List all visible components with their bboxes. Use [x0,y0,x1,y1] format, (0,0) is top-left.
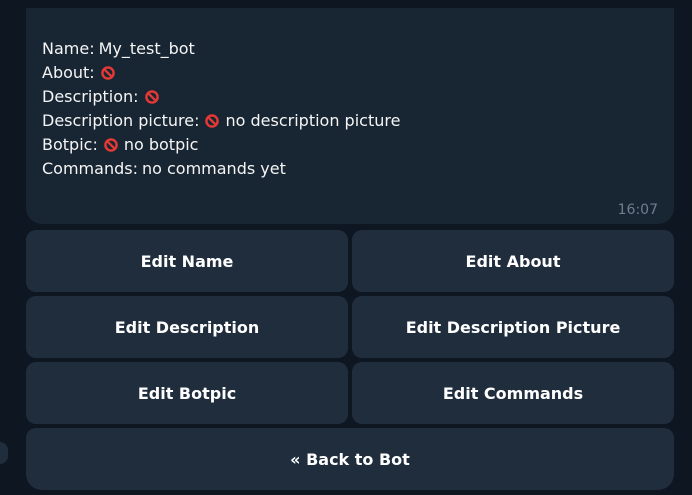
no-entry-icon [100,66,115,80]
bot-message-bubble: Name: My_test_bot About: Description: De… [26,8,674,224]
edit-name-button[interactable]: Edit Name [26,230,348,292]
no-entry-icon [144,90,159,104]
edit-description-button[interactable]: Edit Description [26,296,348,358]
name-label: Name: [42,39,95,58]
message-line-description-picture: Description picture: no description pict… [42,109,400,133]
edit-botpic-button[interactable]: Edit Botpic [26,362,348,424]
message-line-about: About: [42,61,400,85]
chat-screen: Name: My_test_bot About: Description: De… [0,0,692,495]
commands-value: no commands yet [141,159,286,178]
message-timestamp: 16:07 [617,202,658,218]
message-text: Name: My_test_bot About: Description: De… [42,37,400,181]
back-to-bot-button[interactable]: « Back to Bot [26,428,674,490]
name-value: My_test_bot [98,39,195,58]
edit-about-button[interactable]: Edit About [352,230,674,292]
message-line-name: Name: My_test_bot [42,37,400,61]
description-label: Description: [42,87,139,106]
keyboard-row: Edit Name Edit About [26,230,674,292]
no-entry-icon [205,114,220,128]
keyboard-row: « Back to Bot [26,428,674,490]
description-picture-label: Description picture: [42,111,200,130]
message-line-botpic: Botpic: no botpic [42,133,400,157]
inline-keyboard: Edit Name Edit About Edit Description Ed… [26,230,674,494]
scroll-edge-indicator [0,442,8,464]
botpic-value: no botpic [123,135,199,154]
description-picture-value: no description picture [225,111,401,130]
commands-label: Commands: [42,159,138,178]
message-line-commands: Commands: no commands yet [42,157,400,181]
no-entry-icon [104,138,118,152]
edit-commands-button[interactable]: Edit Commands [352,362,674,424]
edit-description-picture-button[interactable]: Edit Description Picture [352,296,674,358]
about-label: About: [42,63,95,82]
keyboard-row: Edit Description Edit Description Pictur… [26,296,674,358]
message-line-description: Description: [42,85,400,109]
keyboard-row: Edit Botpic Edit Commands [26,362,674,424]
botpic-label: Botpic: [42,135,98,154]
